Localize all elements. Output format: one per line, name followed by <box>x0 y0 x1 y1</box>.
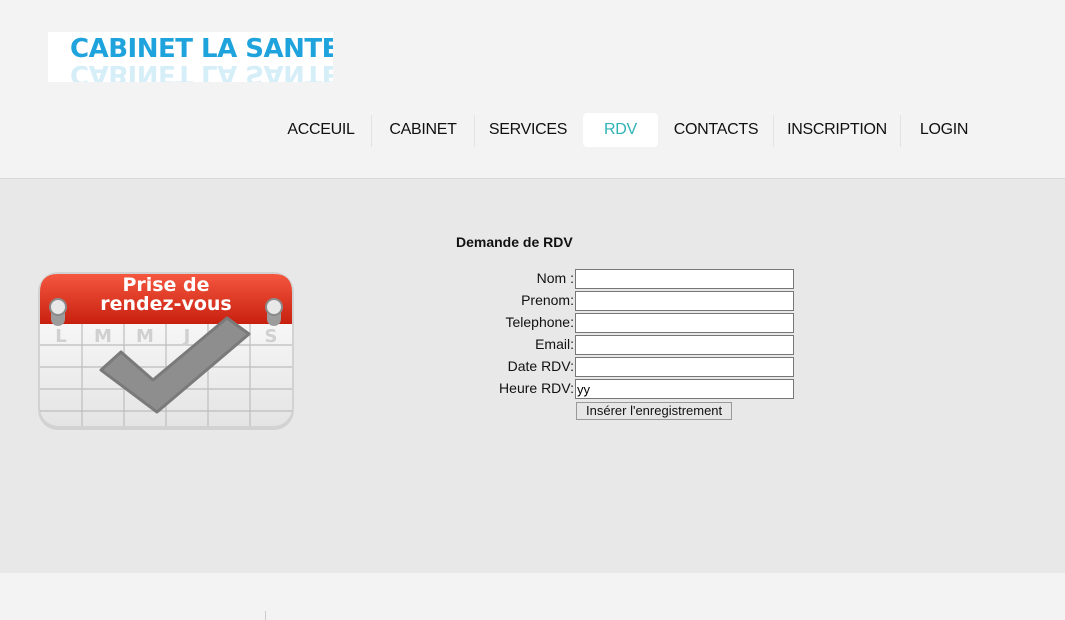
form-title: Demande de RDV <box>456 234 573 250</box>
nav-item-inscription[interactable]: INSCRIPTION <box>786 113 888 147</box>
day-letter-m: M <box>136 326 154 347</box>
nav-item-cabinet[interactable]: CABINET <box>385 113 461 147</box>
nav-item-services[interactable]: SERVICES <box>487 113 569 147</box>
nav-divider <box>773 115 774 147</box>
heure-rdv-label: Heure RDV: <box>499 380 574 396</box>
prise-de-rendez-vous-image: L M M J V S Prise de rendez-vous <box>38 272 294 430</box>
telephone-label: Telephone: <box>505 314 574 330</box>
logo-reflection: CABINET LA SANTE <box>70 59 333 82</box>
email-input[interactable] <box>575 335 794 355</box>
telephone-input[interactable] <box>575 313 794 333</box>
site-header: CABINET LA SANTE CABINET LA SANTE ACCEUI… <box>0 0 1065 178</box>
prenom-label: Prenom: <box>521 292 574 308</box>
site-logo[interactable]: CABINET LA SANTE CABINET LA SANTE <box>48 32 333 82</box>
day-letter-l: L <box>55 326 66 347</box>
footer-divider <box>265 611 266 620</box>
day-letter-m: M <box>94 326 112 347</box>
image-caption-line2: rendez-vous <box>100 293 232 315</box>
nom-label: Nom : <box>536 270 574 286</box>
site-footer <box>0 573 1065 620</box>
prenom-input[interactable] <box>575 291 794 311</box>
day-letter-j: J <box>182 326 191 347</box>
nav-divider <box>371 115 372 147</box>
nav-item-rdv[interactable]: RDV <box>583 113 658 147</box>
date-rdv-label: Date RDV: <box>507 358 574 374</box>
email-label: Email: <box>535 336 574 352</box>
nav-divider <box>900 115 901 147</box>
nav-divider <box>474 115 475 147</box>
nom-input[interactable] <box>575 269 794 289</box>
nav-item-login[interactable]: LOGIN <box>912 113 976 147</box>
submit-button[interactable]: Insérer l'enregistrement <box>576 402 733 420</box>
heure-rdv-input[interactable] <box>575 379 794 399</box>
date-rdv-input[interactable] <box>575 357 794 377</box>
nav-item-contacts[interactable]: CONTACTS <box>672 113 760 147</box>
day-letter-s: S <box>265 326 278 347</box>
nav-item-acceuil[interactable]: ACCEUIL <box>283 113 359 147</box>
